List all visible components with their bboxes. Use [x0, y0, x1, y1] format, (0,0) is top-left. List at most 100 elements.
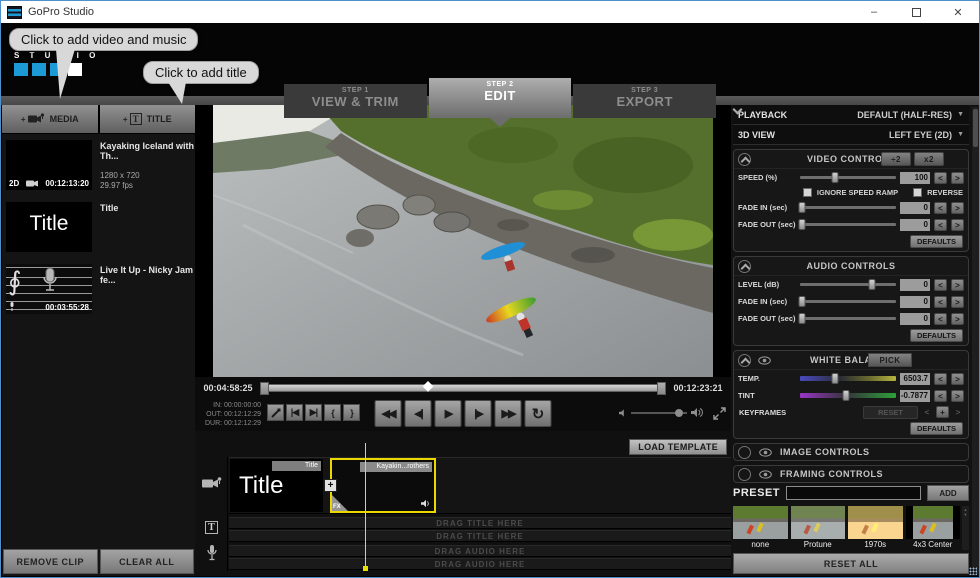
- audio-drop-lane-2[interactable]: DRAG AUDIO HERE: [229, 558, 731, 570]
- preset-protune[interactable]: Protune: [791, 506, 846, 550]
- title-drop-lane-2[interactable]: DRAG TITLE HERE: [229, 530, 731, 542]
- preset-add-button[interactable]: ADD: [927, 485, 969, 501]
- level-value[interactable]: 0: [900, 279, 930, 291]
- reset-all-button[interactable]: RESET ALL: [733, 553, 969, 574]
- eye-icon[interactable]: [759, 470, 772, 479]
- temp-value[interactable]: 6503.7: [900, 373, 930, 385]
- load-template-button[interactable]: LOAD TEMPLATE: [629, 439, 727, 455]
- 3d-view-dropdown[interactable]: LEFT EYE (2D) ▼: [889, 130, 964, 140]
- audio-fade-out-slider[interactable]: [800, 317, 896, 320]
- preset-1970s[interactable]: 1970s: [848, 506, 903, 550]
- resize-grip[interactable]: [969, 567, 977, 575]
- collapse-icon[interactable]: [738, 354, 751, 367]
- audio-fade-out-increment[interactable]: >: [951, 313, 964, 325]
- tint-decrement[interactable]: <: [934, 390, 947, 402]
- playback-dropdown[interactable]: DEFAULT (HALF-RES) ▼: [857, 110, 964, 120]
- temp-decrement[interactable]: <: [934, 373, 947, 385]
- video-fade-out-decrement[interactable]: <: [934, 219, 947, 231]
- list-item-title[interactable]: Title Title: [2, 196, 195, 258]
- tint-slider[interactable]: [800, 393, 896, 398]
- close-button[interactable]: ✕: [937, 1, 979, 23]
- speed-double-button[interactable]: x2: [914, 152, 944, 166]
- framing-controls-section[interactable]: FRAMING CONTROLS: [733, 465, 969, 483]
- temp-slider[interactable]: [800, 376, 896, 381]
- expand-icon[interactable]: [738, 446, 751, 459]
- level-decrement[interactable]: <: [934, 279, 947, 291]
- tab-media[interactable]: + MEDIA: [2, 105, 98, 133]
- fast-forward-button[interactable]: ▶▶: [495, 400, 522, 427]
- maximize-button[interactable]: [895, 1, 937, 23]
- audio-drop-lane-1[interactable]: DRAG AUDIO HERE: [229, 545, 731, 557]
- video-fade-in-increment[interactable]: >: [951, 202, 964, 214]
- reverse-checkbox[interactable]: [913, 188, 922, 197]
- tint-increment[interactable]: >: [951, 390, 964, 402]
- skip-to-end-button[interactable]: ▶|: [305, 404, 322, 421]
- ignore-speed-ramp-checkbox[interactable]: [803, 188, 812, 197]
- mark-button[interactable]: [267, 404, 284, 421]
- audio-fade-in-increment[interactable]: >: [951, 296, 964, 308]
- step-back-button[interactable]: ◀|: [405, 400, 432, 427]
- timeline-title-clip[interactable]: Title Title: [230, 459, 323, 512]
- scroll-down-icon[interactable]: ▼: [962, 512, 969, 517]
- preset-none[interactable]: none: [733, 506, 788, 550]
- list-item-audio[interactable]: ∮ 00:03:55:28: [2, 258, 195, 320]
- play-button[interactable]: ▶: [435, 400, 462, 427]
- tab-step3-export[interactable]: STEP 3 EXPORT: [573, 84, 716, 118]
- set-in-point-button[interactable]: {: [324, 404, 341, 421]
- eye-icon[interactable]: [758, 356, 771, 365]
- level-increment[interactable]: >: [951, 279, 964, 291]
- expand-icon[interactable]: [738, 468, 751, 481]
- pick-button[interactable]: PICK: [868, 353, 912, 367]
- video-fade-out-value[interactable]: 0: [900, 219, 930, 231]
- clear-all-button[interactable]: CLEAR ALL: [100, 549, 195, 574]
- video-fade-in-value[interactable]: 0: [900, 202, 930, 214]
- keyframe-add-button[interactable]: +: [936, 406, 949, 418]
- speed-decrement-button[interactable]: <: [934, 172, 947, 184]
- preset-name-input[interactable]: [786, 486, 921, 500]
- speed-half-button[interactable]: ÷2: [881, 152, 911, 166]
- speed-value[interactable]: 100: [900, 172, 930, 184]
- audio-fade-in-slider[interactable]: [800, 300, 896, 303]
- audio-defaults-button[interactable]: DEFAULTS: [910, 329, 963, 342]
- speed-increment-button[interactable]: >: [951, 172, 964, 184]
- tint-value[interactable]: -0.7877: [900, 390, 930, 402]
- scrollbar-thumb[interactable]: [973, 109, 978, 147]
- trim-handle-right[interactable]: [657, 382, 666, 395]
- remove-clip-button[interactable]: REMOVE CLIP: [3, 549, 98, 574]
- video-fade-out-slider[interactable]: [800, 223, 896, 226]
- panel-scrollbar[interactable]: [972, 107, 979, 574]
- volume-slider[interactable]: [631, 412, 687, 414]
- audio-fade-out-decrement[interactable]: <: [934, 313, 947, 325]
- audio-fade-in-value[interactable]: 0: [900, 296, 930, 308]
- trim-handle-left[interactable]: [260, 382, 269, 395]
- scrubber-bar[interactable]: ◆: [260, 384, 666, 392]
- timeline-video-clip-selected[interactable]: Kayakin...rothers FX: [330, 458, 436, 513]
- keyframes-reset-button[interactable]: RESET: [863, 406, 918, 419]
- set-out-point-button[interactable]: }: [343, 404, 360, 421]
- speed-slider[interactable]: [800, 176, 896, 179]
- audio-fade-out-value[interactable]: 0: [900, 313, 930, 325]
- skip-to-start-button[interactable]: |◀: [286, 404, 303, 421]
- temp-increment[interactable]: >: [951, 373, 964, 385]
- audio-fade-in-decrement[interactable]: <: [934, 296, 947, 308]
- title-drop-lane-1[interactable]: DRAG TITLE HERE: [229, 517, 731, 529]
- tab-step2-edit[interactable]: STEP 2 EDIT: [429, 78, 572, 118]
- minimize-button[interactable]: –: [853, 1, 895, 23]
- timeline-playhead[interactable]: [365, 443, 366, 569]
- image-controls-section[interactable]: IMAGE CONTROLS: [733, 443, 969, 461]
- preset-scrollbar[interactable]: ▲ ▼: [962, 506, 969, 550]
- preset-4x3-center[interactable]: 4x3 Center: [906, 506, 961, 550]
- list-item-video[interactable]: 2D 00:12:13:20 Kayaking Iceland with Th.…: [2, 134, 195, 196]
- collapse-icon[interactable]: [738, 260, 751, 273]
- video-fade-out-increment[interactable]: >: [951, 219, 964, 231]
- video-fade-in-slider[interactable]: [800, 206, 896, 209]
- loop-button[interactable]: ↻: [525, 400, 552, 427]
- video-fade-in-decrement[interactable]: <: [934, 202, 947, 214]
- white-balance-defaults-button[interactable]: DEFAULTS: [910, 422, 963, 435]
- level-slider[interactable]: [800, 283, 896, 286]
- tab-title[interactable]: + T TITLE: [100, 105, 196, 133]
- volume-handle[interactable]: [675, 409, 683, 417]
- video-defaults-button[interactable]: DEFAULTS: [910, 235, 963, 248]
- step-forward-button[interactable]: |▶: [465, 400, 492, 427]
- keyframe-prev-button[interactable]: <: [922, 408, 932, 417]
